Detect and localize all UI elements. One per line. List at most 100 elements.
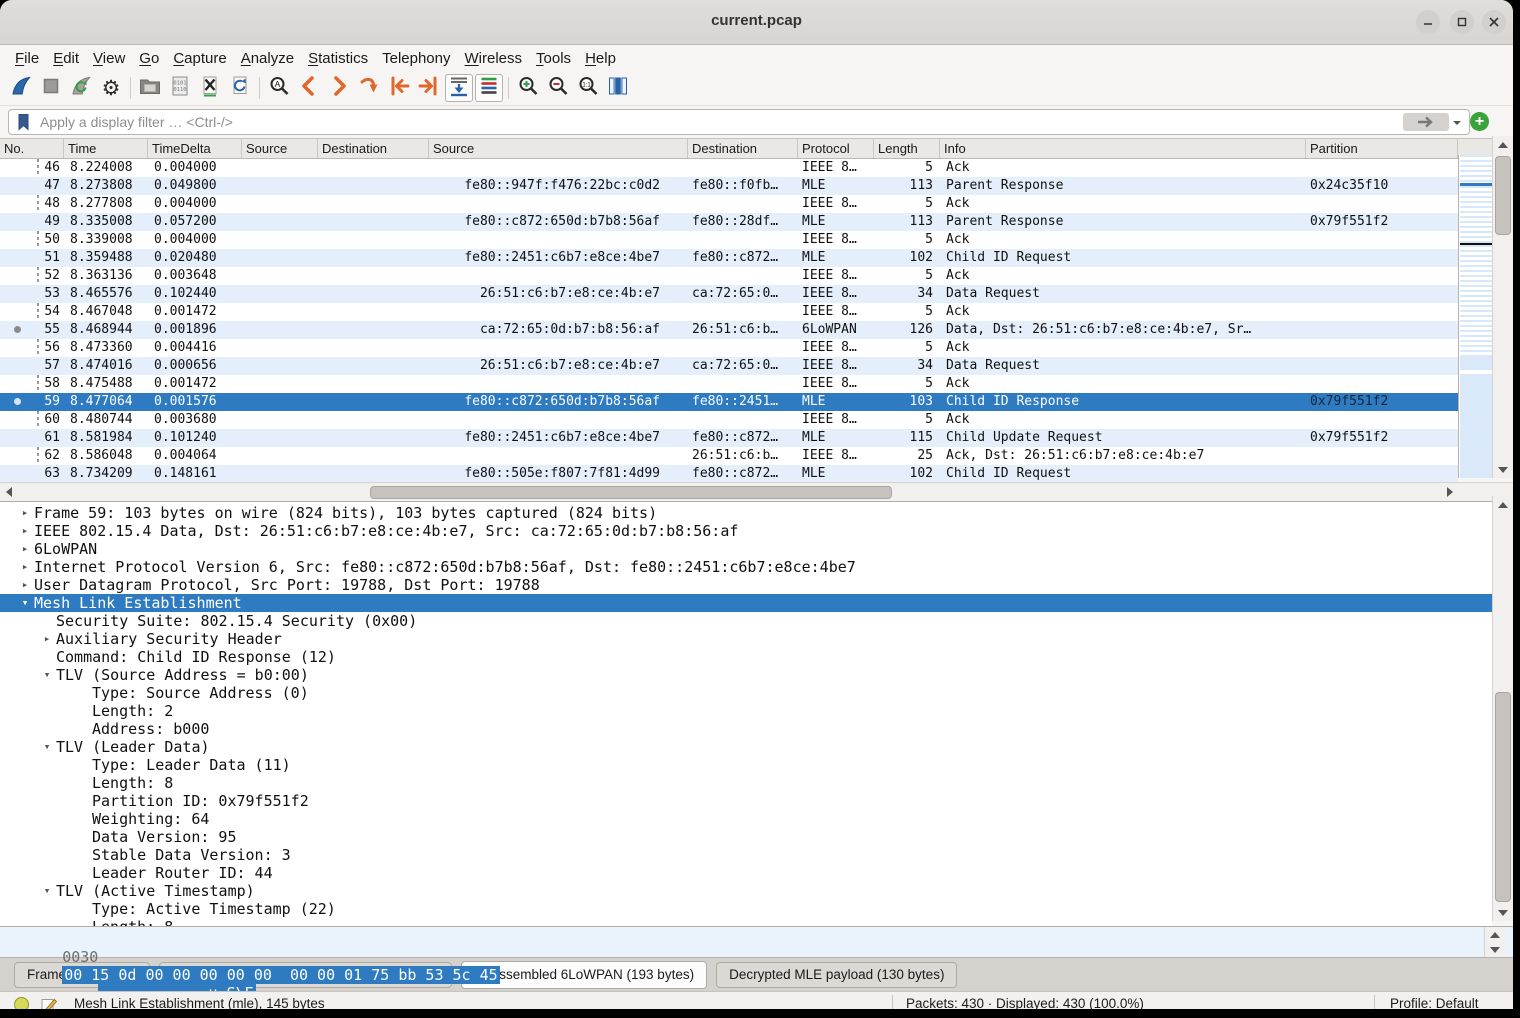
menu-analyze[interactable]: Analyze (234, 48, 301, 69)
packet-bytes-pane[interactable]: 0030 00 15 0d 00 00 00 00 00 00 00 01 75… (0, 926, 1513, 957)
go-next-button[interactable] (325, 74, 353, 102)
detail-line[interactable]: Security Suite: 802.15.4 Security (0x00) (0, 612, 1492, 630)
menu-edit[interactable]: Edit (46, 48, 86, 69)
packet-row-52[interactable]: 528.3631360.003648IEEE 8…5Ack (0, 267, 1458, 285)
menu-help[interactable]: Help (578, 48, 623, 69)
profile-text[interactable]: Profile: Default (1390, 996, 1479, 1009)
collapsed-arrow-icon[interactable]: ▸ (16, 540, 34, 558)
packet-row-50[interactable]: 508.3390080.004000IEEE 8…5Ack (0, 231, 1458, 249)
vscroll-thumb[interactable] (1495, 156, 1511, 235)
collapsed-arrow-icon[interactable]: ▸ (16, 522, 34, 540)
packet-list-hscrollbar[interactable] (0, 482, 1513, 501)
close-button[interactable] (1482, 10, 1506, 34)
add-filter-button[interactable]: + (1470, 112, 1489, 131)
detail-line[interactable]: ▸6LoWPAN (0, 540, 1492, 558)
column-header-source[interactable]: Source (429, 139, 688, 158)
column-header-destination[interactable]: Destination (688, 139, 798, 158)
detail-line[interactable]: Length: 2 (0, 702, 1492, 720)
detail-line[interactable]: ▸Frame 59: 103 bytes on wire (824 bits),… (0, 504, 1492, 522)
collapsed-arrow-icon[interactable]: ▸ (16, 504, 34, 522)
detail-line[interactable]: ▾TLV (Leader Data) (0, 738, 1492, 756)
detail-line[interactable]: Address: b000 (0, 720, 1492, 738)
detail-line[interactable]: Command: Child ID Response (12) (0, 648, 1492, 666)
menu-capture[interactable]: Capture (166, 48, 233, 69)
menu-file[interactable]: File (8, 48, 46, 69)
find-packet-button[interactable]: A (265, 74, 293, 102)
menu-go[interactable]: Go (132, 48, 166, 69)
collapsed-arrow-icon[interactable]: ▸ (38, 630, 56, 648)
go-first-button[interactable] (385, 74, 413, 102)
packet-row-49[interactable]: 498.3350080.057200fe80::c872:650d:b7b8:5… (0, 213, 1458, 231)
menu-statistics[interactable]: Statistics (301, 48, 375, 69)
bookmark-icon[interactable] (14, 112, 34, 132)
filter-dropdown-caret[interactable] (1453, 121, 1461, 129)
packet-row-55[interactable]: 558.4689440.001896ca:72:65:0d:b7:b8:56:a… (0, 321, 1458, 339)
column-header-length[interactable]: Length (874, 139, 940, 158)
detail-line[interactable]: ▾TLV (Source Address = b0:00) (0, 666, 1492, 684)
detail-line[interactable]: Data Version: 95 (0, 828, 1492, 846)
go-last-button[interactable] (415, 74, 443, 102)
packet-row-47[interactable]: 478.2738080.049800fe80::947f:f476:22bc:c… (0, 177, 1458, 195)
detail-line[interactable]: Type: Source Address (0) (0, 684, 1492, 702)
packet-row-51[interactable]: 518.3594880.020480fe80::2451:c6b7:e8ce:4… (0, 249, 1458, 267)
packet-row-58[interactable]: 588.4754880.001472IEEE 8…5Ack (0, 375, 1458, 393)
maximize-button[interactable] (1450, 10, 1474, 34)
titlebar[interactable]: current.pcap (0, 0, 1513, 45)
minimize-button[interactable] (1416, 10, 1440, 34)
restart-capture-button[interactable] (67, 74, 95, 102)
hex-vscrollbar[interactable] (1484, 927, 1505, 957)
column-header-protocol[interactable]: Protocol (798, 139, 874, 158)
stop-capture-button[interactable] (37, 74, 65, 102)
go-to-packet-button[interactable] (355, 74, 383, 102)
column-header-timedelta[interactable]: TimeDelta (148, 139, 242, 158)
detail-line[interactable]: Leader Router ID: 44 (0, 864, 1492, 882)
save-file-button[interactable]: 01010110 (166, 74, 194, 102)
packet-row-54[interactable]: 548.4670480.001472IEEE 8…5Ack (0, 303, 1458, 321)
detail-line[interactable]: Type: Leader Data (11) (0, 756, 1492, 774)
open-file-button[interactable] (136, 74, 164, 102)
go-previous-button[interactable] (295, 74, 323, 102)
detail-line[interactable]: Partition ID: 0x79f551f2 (0, 792, 1492, 810)
expanded-arrow-icon[interactable]: ▾ (38, 882, 56, 900)
expert-info-icon[interactable] (14, 997, 29, 1009)
packet-row-59[interactable]: 598.4770640.001576fe80::c872:650d:b7b8:5… (0, 393, 1458, 411)
column-header-info[interactable]: Info (940, 139, 1306, 158)
column-header-time[interactable]: Time (64, 139, 148, 158)
packet-row-48[interactable]: 488.2778080.004000IEEE 8…5Ack (0, 195, 1458, 213)
hex-bytes-selected[interactable]: 00 15 0d 00 00 00 00 00 00 00 01 75 bb 5… (62, 966, 499, 984)
detail-line[interactable]: ▸IEEE 802.15.4 Data, Dst: 26:51:c6:b7:e8… (0, 522, 1492, 540)
detail-scroll-thumb[interactable] (1495, 692, 1511, 902)
column-header-destination[interactable]: Destination (318, 139, 429, 158)
colorize-packets-button[interactable] (475, 74, 503, 102)
detail-line[interactable]: ▸User Datagram Protocol, Src Port: 19788… (0, 576, 1492, 594)
detail-line[interactable]: Length: 8 (0, 774, 1492, 792)
scroll-down-arrow[interactable] (1493, 462, 1513, 478)
close-file-button[interactable] (196, 74, 224, 102)
scroll-down-arrow[interactable] (1493, 905, 1513, 921)
packet-row-61[interactable]: 618.5819840.101240fe80::2451:c6b7:e8ce:4… (0, 429, 1458, 447)
packet-list-vscrollbar[interactable] (1492, 136, 1513, 478)
detail-line[interactable]: Length: 8 (0, 918, 1492, 926)
expanded-arrow-icon[interactable]: ▾ (38, 738, 56, 756)
detail-vscrollbar[interactable] (1492, 496, 1513, 921)
packet-row-53[interactable]: 538.4655760.10244026:51:c6:b7:e8:ce:4b:e… (0, 285, 1458, 303)
packet-row-62[interactable]: 628.5860480.00406426:51:c6:b…IEEE 8…25Ac… (0, 447, 1458, 465)
packet-row-63[interactable]: 638.7342090.148161fe80::505e:f807:7f81:4… (0, 465, 1458, 482)
hex-row[interactable]: 0030 00 15 0d 00 00 00 00 00 00 00 01 75… (8, 930, 500, 948)
scroll-left-arrow[interactable] (0, 483, 16, 501)
detail-line[interactable]: ▾Mesh Link Establishment (0, 594, 1492, 612)
menu-view[interactable]: View (86, 48, 132, 69)
packet-minimap[interactable] (1458, 155, 1493, 478)
start-capture-button[interactable] (7, 74, 35, 102)
hscroll-thumb[interactable] (370, 486, 892, 499)
scroll-up-arrow[interactable] (1493, 136, 1513, 152)
collapsed-arrow-icon[interactable]: ▸ (16, 576, 34, 594)
detail-line[interactable]: ▸Internet Protocol Version 6, Src: fe80:… (0, 558, 1492, 576)
apply-filter-button[interactable] (1403, 113, 1449, 131)
byte-view-tab-3[interactable]: Decrypted MLE payload (130 bytes) (716, 962, 957, 988)
reload-file-button[interactable] (226, 74, 254, 102)
detail-line[interactable]: Type: Active Timestamp (22) (0, 900, 1492, 918)
resize-columns-button[interactable] (604, 74, 632, 102)
packet-row-60[interactable]: 608.4807440.003680IEEE 8…5Ack (0, 411, 1458, 429)
capture-options-button[interactable]: ⚙ (97, 74, 125, 102)
